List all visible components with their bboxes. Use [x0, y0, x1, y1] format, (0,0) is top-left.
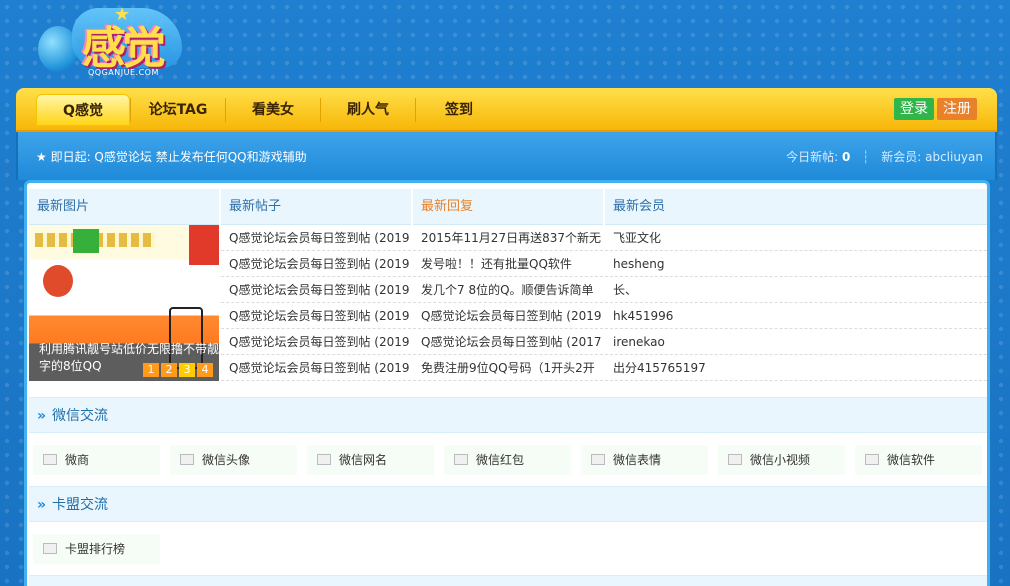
- image-slider[interactable]: 利用腾讯靓号站低价无限撸不带靓字的8位QQ 1234: [29, 225, 219, 381]
- forum-icon: [43, 454, 57, 465]
- chevron-right-icon: »: [37, 497, 47, 513]
- list-item[interactable]: 出分415765197: [605, 355, 987, 381]
- forum-name: 微商: [65, 453, 90, 467]
- list-item[interactable]: Q感觉论坛会员每日签到帖 (2019: [221, 225, 411, 251]
- new-member-link[interactable]: abcliuyan: [925, 150, 983, 164]
- forum-item[interactable]: 微商: [33, 445, 160, 475]
- section-header-kameng[interactable]: » 卡盟交流: [29, 486, 987, 522]
- list-item[interactable]: 长、: [605, 277, 987, 303]
- latest-posts-list: Q感觉论坛会员每日签到帖 (2019 Q感觉论坛会员每日签到帖 (2019 Q感…: [221, 225, 411, 381]
- logo-domain: QQGANJUE.COM: [88, 68, 159, 77]
- nav-item-popularity[interactable]: 刷人气: [321, 94, 415, 126]
- forum-icon: [43, 543, 57, 554]
- forum-item[interactable]: 卡盟排行榜: [33, 534, 160, 564]
- forum-name: 卡盟排行榜: [65, 542, 126, 556]
- forum-name: 微信网名: [339, 453, 388, 467]
- forum-item[interactable]: 微信表情: [581, 445, 708, 475]
- forum-name: 微信软件: [887, 453, 936, 467]
- col-head-members: 最新会员: [605, 189, 987, 225]
- section-title: 卡盟交流: [52, 497, 109, 513]
- forum-item[interactable]: 微信小视频: [718, 445, 845, 475]
- latest-replies-list: 2015年11月27日再送837个新无 发号啦！！还有批量QQ软件 发几个7 8…: [413, 225, 603, 381]
- register-button[interactable]: 注册: [937, 98, 977, 120]
- notice-announcement[interactable]: ★ 即日起: Q感觉论坛 禁止发布任何QQ和游戏辅助: [36, 148, 307, 165]
- nav-item-home[interactable]: Q感觉: [36, 94, 130, 126]
- forum-name: 微信头像: [202, 453, 251, 467]
- list-item[interactable]: Q感觉论坛会员每日签到帖 (2019: [221, 355, 411, 381]
- forum-icon: [454, 454, 468, 465]
- login-button[interactable]: 登录: [894, 98, 934, 120]
- col-head-posts: 最新帖子: [221, 189, 411, 225]
- slider-page[interactable]: 1: [143, 363, 159, 377]
- list-item[interactable]: hk451996: [605, 303, 987, 329]
- list-item[interactable]: Q感觉论坛会员每日签到帖 (2019: [413, 303, 603, 329]
- forum-name: 微信红包: [476, 453, 525, 467]
- nav-item-tag[interactable]: 论坛TAG: [131, 94, 225, 126]
- list-item[interactable]: 飞亚文化: [605, 225, 987, 251]
- slider-page[interactable]: 2: [161, 363, 177, 377]
- chevron-right-icon: »: [37, 408, 47, 424]
- logo-text: 感觉: [82, 23, 166, 74]
- list-item[interactable]: Q感觉论坛会员每日签到帖 (2019: [221, 277, 411, 303]
- forum-icon: [317, 454, 331, 465]
- forum-item[interactable]: 微信网名: [307, 445, 434, 475]
- forum-item[interactable]: 微信红包: [444, 445, 571, 475]
- forum-name: 微信表情: [613, 453, 662, 467]
- forum-icon: [591, 454, 605, 465]
- list-item[interactable]: Q感觉论坛会员每日签到帖 (2019: [221, 251, 411, 277]
- notice-bar: ★ 即日起: Q感觉论坛 禁止发布任何QQ和游戏辅助 今日新帖: 0 ┆ 新会员…: [16, 132, 997, 180]
- slide-image: [43, 265, 73, 297]
- list-item[interactable]: 发号啦！！还有批量QQ软件: [413, 251, 603, 277]
- slider-page[interactable]: 3: [179, 363, 195, 377]
- list-item[interactable]: 免费注册9位QQ号码（1开头2开: [413, 355, 603, 381]
- list-item[interactable]: hesheng: [605, 251, 987, 277]
- nav-item-beauty[interactable]: 看美女: [226, 94, 320, 126]
- forum-icon: [180, 454, 194, 465]
- main-nav: Q感觉 论坛TAG 看美女 刷人气 签到: [16, 88, 997, 132]
- latest-members-list: 飞亚文化 hesheng 长、 hk451996 irenekao 出分4157…: [605, 225, 987, 381]
- main-content: 最新图片 最新帖子 最新回复 最新会员 利用腾讯靓号站低价无限撸不带靓字的8位Q…: [24, 180, 990, 586]
- col-head-pics: 最新图片: [29, 189, 219, 225]
- forum-item[interactable]: 微信软件: [855, 445, 982, 475]
- today-posts-count: 0: [841, 150, 851, 164]
- list-item[interactable]: 发几个7 8位的Q。顺便告诉简单: [413, 277, 603, 303]
- slider-page[interactable]: 4: [197, 363, 213, 377]
- section-header-next: [29, 575, 987, 586]
- site-stats: 今日新帖: 0 ┆ 新会员: abcliuyan: [786, 148, 983, 165]
- section-header-wechat[interactable]: » 微信交流: [29, 397, 987, 433]
- nav-item-checkin[interactable]: 签到: [416, 94, 502, 126]
- col-head-replies: 最新回复: [413, 189, 603, 225]
- forum-icon: [728, 454, 742, 465]
- forum-name: 微信小视频: [750, 453, 811, 467]
- site-logo[interactable]: ★ 感觉 QQGANJUE.COM: [36, 4, 186, 88]
- new-member-label: 新会员:: [881, 150, 922, 164]
- forum-icon: [865, 454, 879, 465]
- list-item[interactable]: Q感觉论坛会员每日签到帖 (2017: [413, 329, 603, 355]
- forum-item[interactable]: 微信头像: [170, 445, 297, 475]
- stats-divider: ┆: [862, 150, 870, 164]
- latest-panel: 最新图片 最新帖子 最新回复 最新会员 利用腾讯靓号站低价无限撸不带靓字的8位Q…: [29, 189, 987, 385]
- list-item[interactable]: Q感觉论坛会员每日签到帖 (2019: [221, 303, 411, 329]
- today-posts-label: 今日新帖:: [786, 150, 839, 164]
- slide-image: [189, 225, 219, 265]
- slider-pager: 1234: [141, 362, 213, 377]
- list-item[interactable]: irenekao: [605, 329, 987, 355]
- slide-image: [73, 229, 99, 253]
- list-item[interactable]: Q感觉论坛会员每日签到帖 (2019: [221, 329, 411, 355]
- list-item[interactable]: 2015年11月27日再送837个新无: [413, 225, 603, 251]
- section-title: 微信交流: [52, 408, 109, 424]
